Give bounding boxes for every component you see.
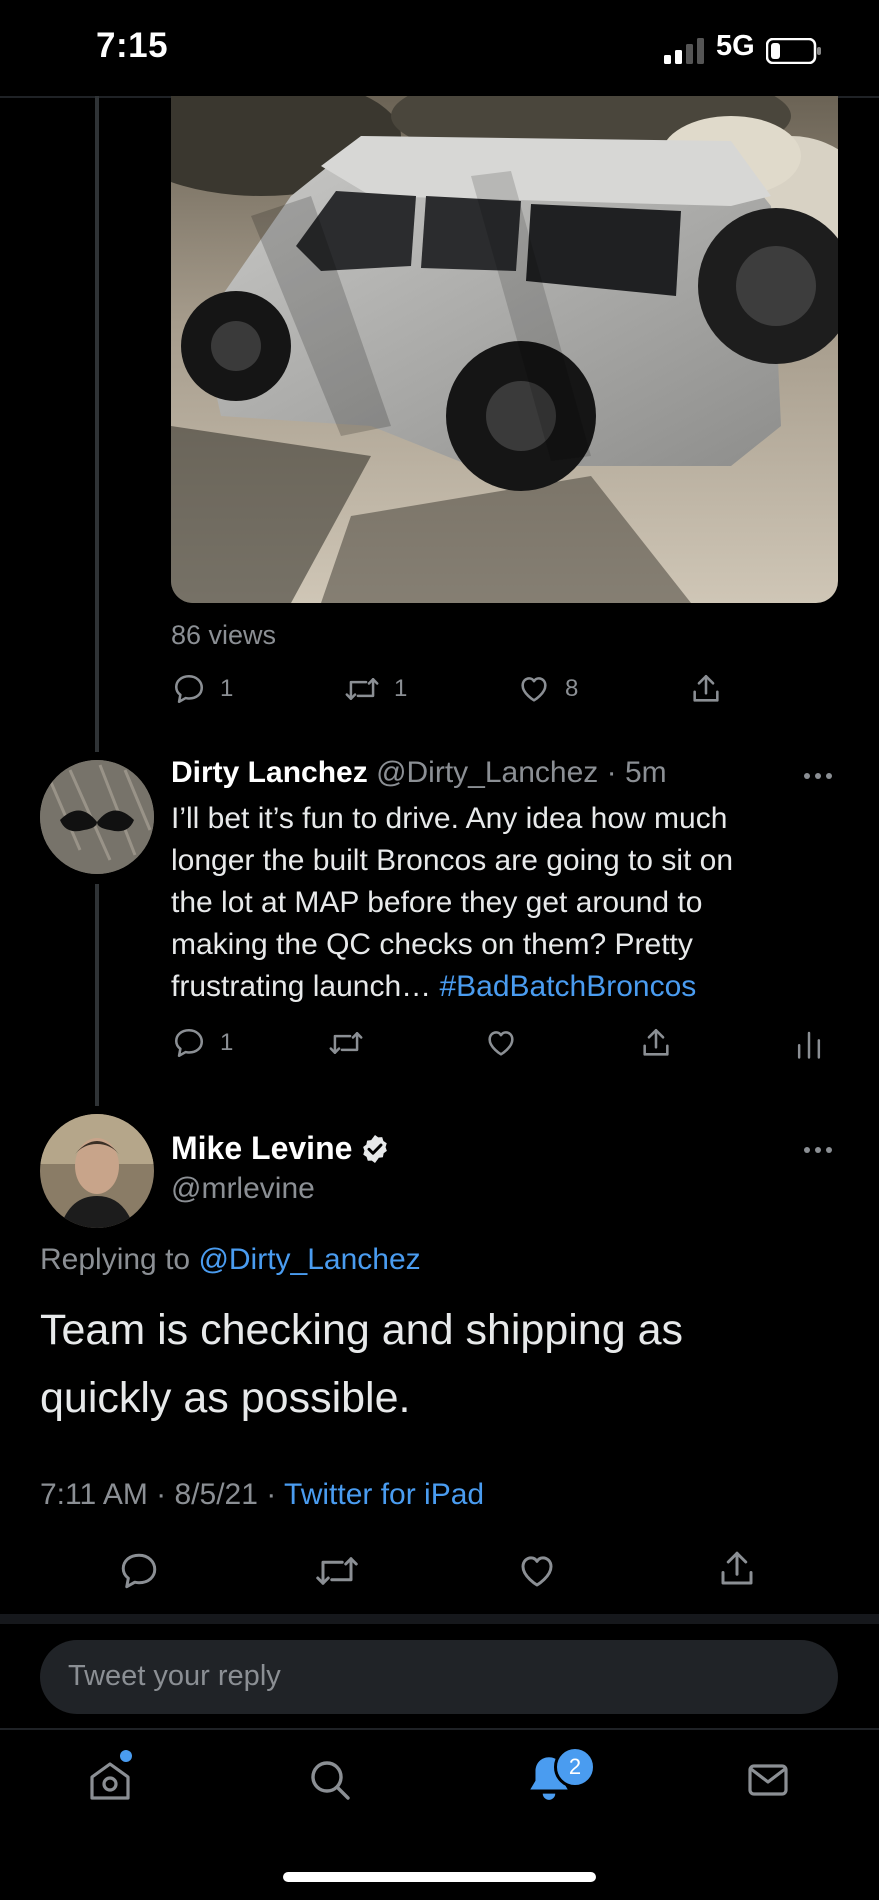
- thread-line: [95, 884, 99, 1106]
- bronco-video-thumbnail: [171, 96, 838, 603]
- battery-icon: [766, 38, 821, 64]
- tab-search[interactable]: [306, 1756, 354, 1809]
- retweet-button[interactable]: 1: [344, 672, 407, 706]
- like-count: 8: [565, 675, 579, 702]
- status-time: 7:15: [96, 26, 169, 65]
- reply-placeholder[interactable]: Tweet your reply: [68, 1660, 281, 1693]
- retweet-icon: [345, 678, 379, 700]
- share-icon: [721, 1551, 753, 1585]
- hashtag-link[interactable]: #BadBatchBroncos: [439, 970, 696, 1003]
- notifications-badge: 2: [554, 1746, 596, 1788]
- reply-icon: [121, 1553, 157, 1589]
- reply-button[interactable]: 1: [172, 672, 233, 706]
- analytics-icon: [797, 1031, 821, 1059]
- replying-prefix: Replying to: [40, 1243, 199, 1276]
- signal-icon: [664, 38, 704, 64]
- like-icon: [488, 1031, 514, 1056]
- avatar-image: [40, 1114, 154, 1228]
- like-icon: [521, 1556, 553, 1587]
- mail-icon: [748, 1764, 788, 1796]
- reply-text-line: making the QC checks on them? Pretty: [171, 928, 693, 961]
- share-icon: [643, 1028, 669, 1056]
- tab-bar-divider: [0, 1728, 879, 1730]
- timestamp-text: 7:11 AM · 8/5/21 ·: [40, 1478, 285, 1511]
- reply-handle-time[interactable]: @Dirty_Lanchez · 5m: [376, 756, 667, 789]
- main-text-line: Team is checking and shipping as: [40, 1306, 683, 1354]
- reply-text-line: longer the built Broncos are going to si…: [171, 844, 734, 877]
- tweet-video[interactable]: [171, 96, 838, 603]
- analytics-button[interactable]: [794, 1028, 824, 1065]
- more-icon[interactable]: [802, 1142, 834, 1158]
- reply-display-name[interactable]: Dirty Lanchez: [171, 756, 368, 789]
- main-handle[interactable]: @mrlevine: [171, 1172, 315, 1206]
- avatar-image: [40, 760, 154, 874]
- source-link[interactable]: Twitter for iPad: [284, 1478, 484, 1511]
- reply-text-line: frustrating launch… #BadBatchBroncos: [171, 966, 733, 1008]
- like-button[interactable]: 8: [517, 672, 578, 706]
- retweet-count: 1: [394, 675, 408, 702]
- reply-icon: [174, 1028, 204, 1058]
- tweet-timestamp: 7:11 AM · 8/5/21 · Twitter for iPad: [40, 1478, 484, 1512]
- home-new-dot: [120, 1750, 132, 1762]
- reply-button[interactable]: [118, 1550, 160, 1597]
- reply-button[interactable]: 1: [172, 1026, 233, 1060]
- home-icon: [90, 1762, 130, 1800]
- replying-to-link[interactable]: @Dirty_Lanchez: [198, 1243, 420, 1276]
- reply-text-last: frustrating launch…: [171, 970, 440, 1003]
- reply-header: Dirty Lanchez @Dirty_Lanchez · 5m: [171, 756, 667, 790]
- reply-count: 1: [220, 1029, 234, 1056]
- reply-text-line: I’ll bet it’s fun to drive. Any idea how…: [171, 802, 728, 835]
- tab-home[interactable]: [86, 1750, 134, 1809]
- replying-to: Replying to @Dirty_Lanchez: [40, 1243, 421, 1277]
- avatar-dirty-lanchez[interactable]: [40, 760, 154, 874]
- tab-notifications[interactable]: 2: [524, 1746, 596, 1809]
- home-indicator: [283, 1872, 596, 1882]
- view-count: 86 views: [171, 620, 277, 650]
- share-button[interactable]: [639, 1026, 673, 1060]
- like-button[interactable]: [484, 1026, 518, 1060]
- tab-messages[interactable]: [744, 1756, 792, 1809]
- main-tweet-text: Team is checking and shipping as quickly…: [40, 1296, 683, 1432]
- main-text-line: quickly as possible.: [40, 1374, 411, 1422]
- reply-icon: [174, 674, 204, 704]
- share-button[interactable]: [689, 672, 723, 706]
- like-icon: [521, 677, 547, 702]
- reply-count: 1: [220, 675, 234, 702]
- more-icon[interactable]: [802, 768, 834, 784]
- network-label: 5G: [716, 30, 755, 62]
- share-icon: [693, 674, 719, 702]
- status-bar: 7:15 5G: [0, 0, 879, 96]
- main-display-name[interactable]: Mike Levine: [171, 1130, 352, 1167]
- share-button[interactable]: [716, 1548, 758, 1595]
- verified-icon: [363, 1135, 387, 1163]
- thread-line: [95, 96, 99, 752]
- like-button[interactable]: [516, 1550, 558, 1597]
- reply-text: I’ll bet it’s fun to drive. Any idea how…: [171, 798, 733, 1008]
- retweet-icon: [329, 1032, 363, 1054]
- retweet-icon: [316, 1557, 358, 1585]
- section-divider: [0, 1614, 879, 1624]
- search-icon: [311, 1761, 350, 1800]
- retweet-button[interactable]: [314, 1550, 360, 1597]
- retweet-button[interactable]: [328, 1026, 364, 1060]
- reply-text-line: the lot at MAP before they get around to: [171, 886, 703, 919]
- avatar-mike-levine[interactable]: [40, 1114, 154, 1228]
